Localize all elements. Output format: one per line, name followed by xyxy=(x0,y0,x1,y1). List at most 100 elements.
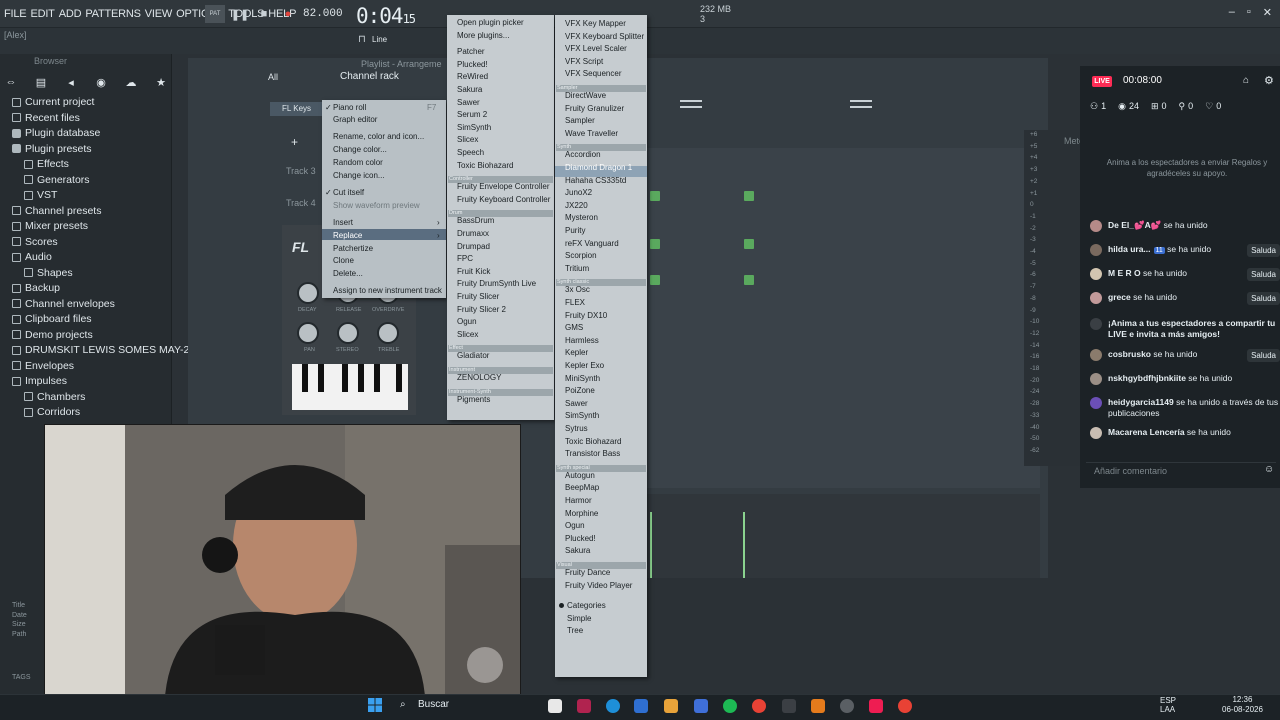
fl-studio-active-icon[interactable] xyxy=(811,699,825,713)
collapse-icon[interactable]: ⇔ xyxy=(4,76,18,88)
plugin-item[interactable]: DirectWave xyxy=(565,91,606,100)
browser-item[interactable]: Effects xyxy=(24,158,69,170)
black-key[interactable] xyxy=(318,364,324,392)
plugin-item[interactable]: Morphine xyxy=(565,509,598,518)
plugin-item[interactable]: Scorpion xyxy=(565,251,597,260)
plugin-item[interactable]: ReWired xyxy=(457,72,488,81)
plugin-item[interactable]: Fruity DrumSynth Live xyxy=(457,279,536,288)
automation-lane[interactable] xyxy=(640,494,1040,578)
playlist-tab[interactable]: Playlist - Arrangeme xyxy=(361,59,442,69)
plugin-item[interactable]: Accordion xyxy=(565,150,601,159)
browser-item[interactable]: Backup xyxy=(12,282,60,294)
plugin-item[interactable]: Sawer xyxy=(457,98,480,107)
browser-item[interactable]: VST xyxy=(24,189,57,201)
context-menu-item[interactable]: Rename, color and icon... xyxy=(333,132,424,141)
pan-knob[interactable] xyxy=(297,322,319,344)
plugin-item[interactable]: FLEX xyxy=(565,298,585,307)
plugin-item[interactable]: SimSynth xyxy=(565,411,599,420)
plugin-item[interactable]: Tritium xyxy=(565,264,589,273)
plugin-item[interactable]: 3x Osc xyxy=(565,285,590,294)
context-menu-item[interactable]: Delete... xyxy=(333,269,363,278)
browser-item[interactable]: Channel envelopes xyxy=(12,298,115,310)
plugin-item[interactable]: Mysteron xyxy=(565,213,598,222)
step-note[interactable] xyxy=(650,275,660,285)
browser-item[interactable]: Demo projects xyxy=(12,329,93,341)
plugin-item[interactable]: JX220 xyxy=(565,201,588,210)
context-menu-item[interactable]: Assign to new instrument track xyxy=(333,286,442,295)
step-note[interactable] xyxy=(744,239,754,249)
store-icon[interactable] xyxy=(694,699,708,713)
automation-point[interactable] xyxy=(650,512,652,578)
stop-icon[interactable]: ■ xyxy=(255,5,273,23)
plugin-item[interactable]: Wave Traveller xyxy=(565,129,618,138)
menu-edit[interactable]: EDIT xyxy=(30,8,54,20)
app-icon[interactable] xyxy=(840,699,854,713)
step-note[interactable] xyxy=(744,275,754,285)
plugin-item[interactable]: Drumpad xyxy=(457,242,490,251)
lock-icon[interactable]: ⌂ xyxy=(1243,75,1249,86)
tiktok-icon[interactable] xyxy=(869,699,883,713)
emoji-icon[interactable]: ☺ xyxy=(1264,464,1274,475)
plugin-item[interactable]: Drumaxx xyxy=(457,229,489,238)
plugin-item[interactable]: Harmor xyxy=(565,496,592,505)
pause-icon[interactable]: ❚❚ xyxy=(231,5,249,23)
step-sequencer-area[interactable] xyxy=(640,148,1040,488)
outlook-icon[interactable] xyxy=(634,699,648,713)
browser-item[interactable]: Clipboard files xyxy=(12,313,92,325)
language-indicator[interactable]: ESP xyxy=(1160,696,1176,705)
browser-item[interactable]: Generators xyxy=(24,174,90,186)
comment-input[interactable]: Añadir comentario xyxy=(1086,462,1276,478)
plugin-item[interactable]: Transistor Bass xyxy=(565,449,620,458)
plugin-item[interactable]: VFX Level Scaler xyxy=(565,44,627,53)
browser-item[interactable]: Recent files xyxy=(12,112,80,124)
chrome-icon[interactable] xyxy=(752,699,766,713)
treble-knob[interactable] xyxy=(377,322,399,344)
menu-file[interactable]: FILE xyxy=(4,8,27,20)
close-icon[interactable]: ✕ xyxy=(1263,6,1272,19)
cloud-icon[interactable]: ☁ xyxy=(124,76,138,89)
context-menu-item[interactable]: Graph editor xyxy=(333,115,377,124)
plugin-item[interactable]: Hahaha CS335td xyxy=(565,176,626,185)
plugin-item[interactable]: Ogun xyxy=(565,521,585,530)
context-menu-item[interactable]: Insert xyxy=(333,218,353,227)
plugin-item[interactable]: Purity xyxy=(565,226,585,235)
plugin-item[interactable]: Sampler xyxy=(565,116,595,125)
plugin-item[interactable]: Fruity Video Player xyxy=(565,581,632,590)
browser-item[interactable]: Corridors xyxy=(24,406,80,418)
context-menu-item[interactable]: Cut itself xyxy=(333,188,364,197)
record-icon[interactable]: ● xyxy=(279,5,297,23)
plugin-item[interactable]: Harmless xyxy=(565,336,599,345)
folder-icon[interactable] xyxy=(664,699,678,713)
saluda-button[interactable]: Saluda xyxy=(1247,349,1280,362)
plugin-item[interactable]: Speech xyxy=(457,148,484,157)
plugin-item[interactable]: BeepMap xyxy=(565,483,599,492)
spotify-icon[interactable] xyxy=(723,699,737,713)
plugin-item[interactable]: Fruit Kick xyxy=(457,267,490,276)
plugin-item[interactable]: Patcher xyxy=(457,47,485,56)
plugin-item[interactable]: Fruity Dance xyxy=(565,568,610,577)
browser-item[interactable]: Plugin presets xyxy=(12,143,92,155)
channel-button-fl-keys[interactable]: FL Keys xyxy=(270,102,322,116)
plugin-picker-action[interactable]: More plugins... xyxy=(457,31,509,40)
stereo-knob[interactable] xyxy=(337,322,359,344)
context-menu-item[interactable]: Random color xyxy=(333,158,383,167)
plugin-item[interactable]: Sawer xyxy=(565,399,588,408)
browser-item[interactable]: DRUMSKIT LEWIS SOMES MAY-2026 xyxy=(12,344,207,356)
plugin-item[interactable]: Fruity Slicer 2 xyxy=(457,305,506,314)
add-channel-icon[interactable]: + xyxy=(291,135,298,149)
plugin-item[interactable]: Plucked! xyxy=(457,60,488,69)
file-icon[interactable]: ▤ xyxy=(34,76,48,89)
black-key[interactable] xyxy=(358,364,364,392)
app-icon[interactable] xyxy=(577,699,591,713)
view-mode-option[interactable]: Tree xyxy=(559,626,583,635)
browser-item[interactable]: Channel presets xyxy=(12,205,101,217)
plugin-item[interactable]: JunoX2 xyxy=(565,188,592,197)
plugin-item[interactable]: Kepler Exo xyxy=(565,361,604,370)
star-icon[interactable]: ★ xyxy=(154,76,168,89)
plugin-item[interactable]: VFX Sequencer xyxy=(565,69,621,78)
plugin-item[interactable]: Fruity DX10 xyxy=(565,311,607,320)
channel-filter[interactable]: All xyxy=(268,72,278,82)
step-note[interactable] xyxy=(744,191,754,201)
piano-keyboard[interactable] xyxy=(292,364,408,410)
plugin-item[interactable]: SimSynth xyxy=(457,123,491,132)
